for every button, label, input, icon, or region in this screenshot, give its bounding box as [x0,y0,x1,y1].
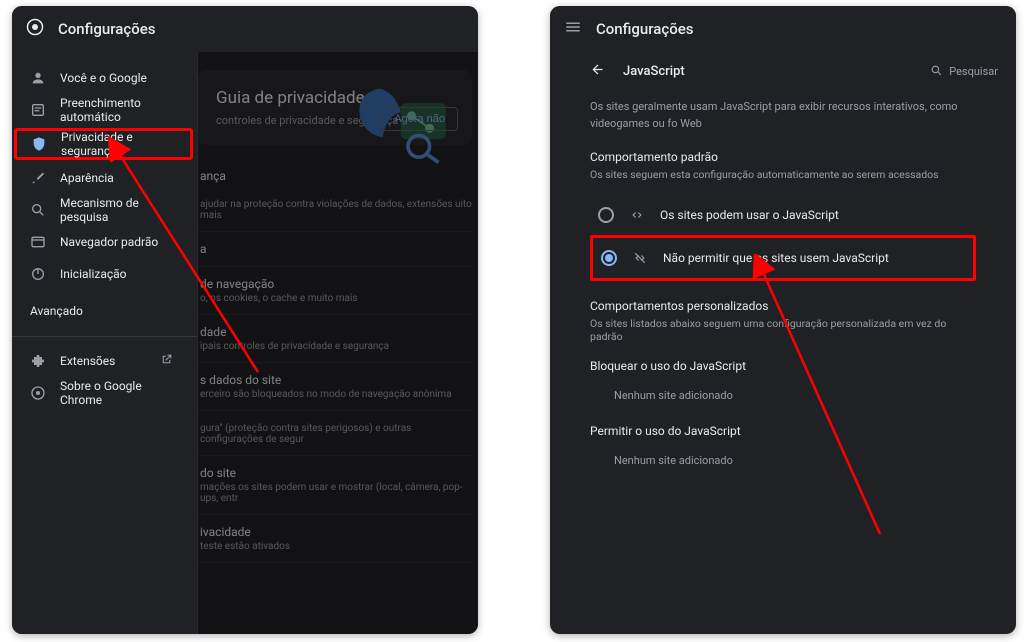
sidebar-item-search-engine[interactable]: Mecanismo de pesquisa [12,194,191,226]
highlighted-radio-option: Não permitir que os sites usem JavaScrip… [590,235,976,281]
sidebar-item-label: Privacidade e segurança [61,130,176,158]
sidebar-item-label: Inicialização [60,267,127,281]
chrome-small-icon [30,385,46,401]
sidebar-item-label: Sobre o Google Chrome [60,379,173,407]
custom-behaviors-title: Comportamentos personalizados [590,299,976,313]
radio-option-allow-js[interactable]: Os sites podem usar o JavaScript [590,195,976,235]
sidebar-item-privacy-security[interactable]: Privacidade e segurança [14,128,193,160]
allow-empty-text: Nenhum site adicionado [590,448,976,473]
not-now-button[interactable]: Agora não [381,107,458,131]
settings-window-right: Configurações JavaScript Pesquisar Os si… [550,6,1016,634]
browser-icon [30,234,46,250]
allow-js-title: Permitir o uso do JavaScript [590,424,976,438]
subheader-title: JavaScript [623,64,685,79]
block-empty-text: Nenhum site adicionado [590,383,976,408]
list-item[interactable]: s dados do siteerceiro são bloqueados no… [198,363,472,411]
sidebar-item-default-browser[interactable]: Navegador padrão [12,226,191,258]
radio-group: Os sites podem usar o JavaScript Não per… [590,195,976,281]
list-item[interactable]: do sitemações os sites podem usar e most… [198,456,472,515]
list-item[interactable]: gura" (proteção contra sites perigosos) … [198,411,472,456]
header: Configurações [12,6,478,52]
extension-icon [30,353,46,369]
custom-behaviors-subtitle: Os sites listados abaixo seguem uma conf… [590,317,976,343]
radio-label: Não permitir que os sites usem JavaScrip… [663,251,889,265]
search-bar[interactable]: Pesquisar [930,64,998,80]
sidebar-item-you-google[interactable]: Você e o Google [12,62,191,94]
autofill-icon [30,102,46,118]
person-icon [30,70,46,86]
list-item[interactable]: dadeipais controles de privacidade e seg… [198,315,472,363]
menu-icon[interactable] [564,18,582,40]
header: Configurações [550,6,1016,52]
privacy-guide-card: Guia de privacidade controles de privaci… [198,70,472,145]
default-behavior-subtitle: Os sites seguem esta configuração automa… [590,168,976,181]
chrome-icon [26,18,44,40]
sidebar-item-startup[interactable]: Inicialização [12,258,191,290]
sidebar-advanced[interactable]: Avançado [12,290,197,328]
list-item[interactable]: de navegaçãoo, os cookies, o cache e mui… [198,267,472,315]
power-icon [30,266,46,282]
list-item[interactable]: ivacidadeteste estão ativados [198,515,472,563]
code-icon [628,208,646,222]
page-title: Configurações [596,20,693,38]
sidebar-item-about-chrome[interactable]: Sobre o Google Chrome [12,377,191,409]
main-content: Guia de privacidade controles de privaci… [198,52,478,634]
radio-icon-selected [601,250,617,266]
back-icon[interactable] [590,62,605,81]
settings-rows: ajudar na proteção contra violações de d… [198,187,478,563]
list-item[interactable]: ajudar na proteção contra violações de d… [198,187,472,232]
sidebar: Você e o Google Preenchimento automático… [12,52,198,634]
content: Os sites geralmente usam JavaScript para… [550,99,1016,473]
code-off-icon [631,251,649,265]
search-icon [930,64,943,80]
brush-icon [30,170,46,186]
search-label: Pesquisar [949,65,998,78]
radio-option-block-js[interactable]: Não permitir que os sites usem JavaScrip… [593,238,973,278]
sidebar-item-label: Preenchimento automático [60,96,173,124]
default-behavior-title: Comportamento padrão [590,150,976,164]
sidebar-item-label: Aparência [60,171,114,185]
sidebar-item-label: Extensões [60,354,115,368]
sidebar-item-label: Navegador padrão [60,235,158,249]
open-external-icon [160,353,173,369]
search-icon [30,202,46,218]
sidebar-item-appearance[interactable]: Aparência [12,162,191,194]
radio-icon [598,207,614,223]
page-title: Configurações [58,20,155,38]
sidebar-item-label: Você e o Google [60,71,147,85]
shield-icon [31,136,47,152]
block-js-title: Bloquear o uso do JavaScript [590,359,976,373]
sidebar-item-extensions[interactable]: Extensões [12,345,191,377]
sidebar-item-label: Mecanismo de pesquisa [60,196,173,224]
radio-label: Os sites podem usar o JavaScript [660,208,839,222]
description: Os sites geralmente usam JavaScript para… [590,99,976,132]
subheader: JavaScript Pesquisar [550,52,1016,93]
settings-window-left: Configurações Você e o Google Preenchime… [12,6,478,634]
sidebar-item-autofill[interactable]: Preenchimento automático [12,94,191,126]
list-item[interactable]: a [198,232,472,267]
divider [12,336,197,337]
